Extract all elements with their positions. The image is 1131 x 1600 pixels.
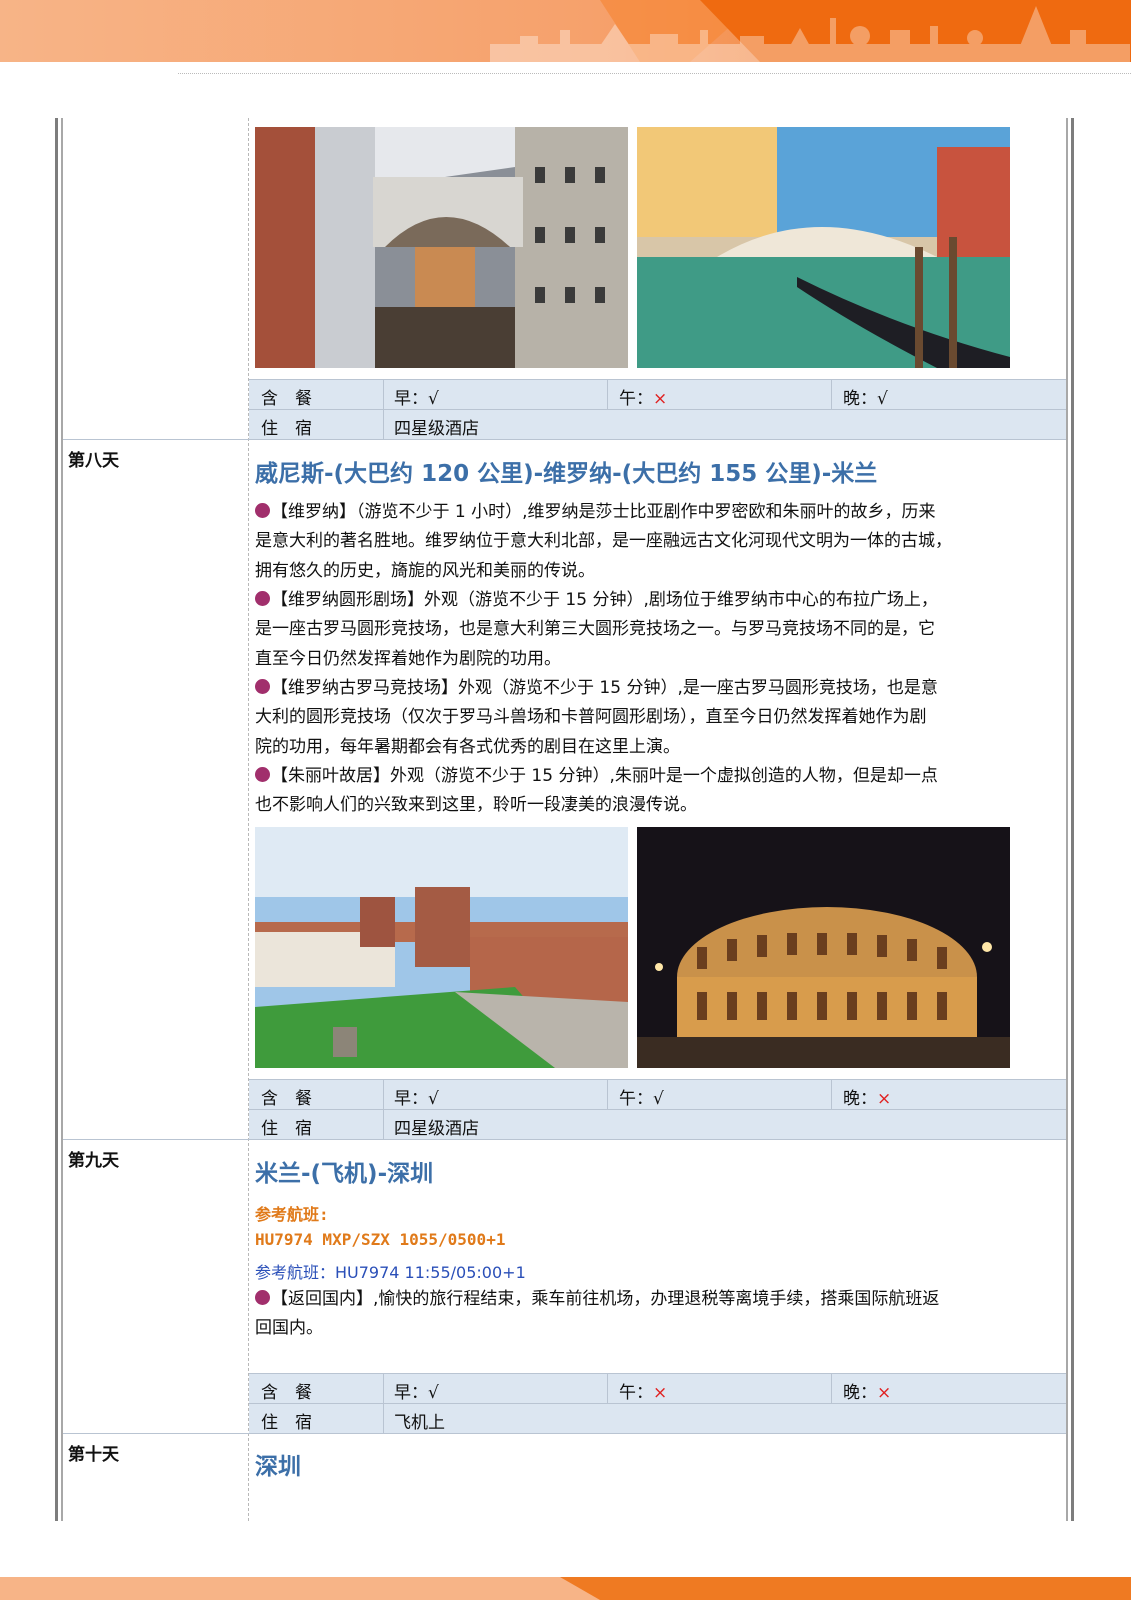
- lodging-row-day9: 住 宿 飞机上: [249, 1403, 1066, 1434]
- day-label-8: 第八天: [68, 451, 119, 471]
- bullet-icon: [255, 591, 270, 606]
- meal-label: 含 餐: [261, 389, 312, 409]
- lodging-label: 住 宿: [261, 419, 312, 439]
- lodging-label: 住 宿: [261, 1413, 312, 1433]
- header-banner: [0, 0, 1131, 62]
- column-divider: [248, 118, 249, 1521]
- itinerary-table: 含 餐 早：√ 午：× 晚：√ 住 宿 四星级酒店 第八天 威尼斯-(大巴约 1…: [55, 118, 1074, 1521]
- flight-ref-detail: HU7974 MXP/SZX 1055/0500+1: [255, 1230, 506, 1249]
- photo-castelvecchio: [255, 827, 628, 1068]
- day8-title: 威尼斯-(大巴约 120 公里)-维罗纳-(大巴约 155 公里)-米兰: [255, 461, 878, 487]
- lodging-value: 四星级酒店: [394, 1119, 479, 1139]
- dinner-status: 晚：×: [843, 1089, 892, 1109]
- day-label-10: 第十天: [68, 1445, 119, 1465]
- lodging-value: 飞机上: [394, 1413, 445, 1433]
- photo-rialto-bridge: [637, 127, 1010, 368]
- lunch-status: 午：×: [619, 389, 668, 409]
- breakfast-status: 早：√: [394, 1383, 439, 1403]
- meal-row-day9: 含 餐 早：√ 午：× 晚：×: [249, 1373, 1066, 1404]
- meal-label: 含 餐: [261, 1089, 312, 1109]
- day8-paragraph-juliet: 【朱丽叶故居】外观（游览不少于 15 分钟）,朱丽叶是一个虚拟创造的人物，但是却…: [255, 766, 938, 816]
- lunch-status: 午：×: [619, 1383, 668, 1403]
- lodging-row-day8: 住 宿 四星级酒店: [249, 1109, 1066, 1140]
- dinner-status: 晚：×: [843, 1383, 892, 1403]
- flight-ref-alt: 参考航班：HU7974 11:55/05:00+1: [255, 1263, 526, 1282]
- bullet-icon: [255, 679, 270, 694]
- lodging-value: 四星级酒店: [394, 419, 479, 439]
- flight-ref-label: 参考航班:: [255, 1205, 329, 1224]
- day-label-9: 第九天: [68, 1151, 119, 1171]
- breakfast-status: 早：√: [394, 1089, 439, 1109]
- breakfast-status: 早：√: [394, 389, 439, 409]
- bullet-icon: [255, 503, 270, 518]
- day8-paragraph-amphitheatre: 【维罗纳古罗马竞技场】外观（游览不少于 15 分钟）,是一座古罗马圆形竞技场，也…: [255, 678, 938, 757]
- dinner-status: 晚：√: [843, 389, 888, 409]
- header-divider: [178, 73, 1131, 74]
- photo-verona-arena: [637, 827, 1010, 1068]
- day10-title: 深圳: [255, 1454, 301, 1480]
- meal-row-day8: 含 餐 早：√ 午：√ 晚：×: [249, 1079, 1066, 1110]
- day8-paragraph-verona: 【维罗纳】（游览不少于 1 小时）,维罗纳是莎士比亚剧作中罗密欧和朱丽叶的故乡，…: [255, 502, 952, 581]
- lodging-label: 住 宿: [261, 1119, 312, 1139]
- meal-row-day7: 含 餐 早：√ 午：× 晚：√: [249, 379, 1066, 410]
- bullet-icon: [255, 767, 270, 782]
- day9-title: 米兰-(飞机)-深圳: [255, 1161, 434, 1187]
- lunch-status: 午：√: [619, 1089, 664, 1109]
- footer-bar: [0, 1577, 1131, 1600]
- meal-label: 含 餐: [261, 1383, 312, 1403]
- bullet-icon: [255, 1290, 270, 1305]
- day9-paragraph-return: 【返回国内】,愉快的旅行程结束，乘车前往机场，办理退税等离境手续，搭乘国际航班返…: [255, 1289, 940, 1339]
- photo-bridge-of-sighs: [255, 127, 628, 368]
- lodging-row-day7: 住 宿 四星级酒店: [249, 409, 1066, 440]
- day8-paragraph-arena: 【维罗纳圆形剧场】外观（游览不少于 15 分钟）,剧场位于维罗纳市中心的布拉广场…: [255, 590, 938, 669]
